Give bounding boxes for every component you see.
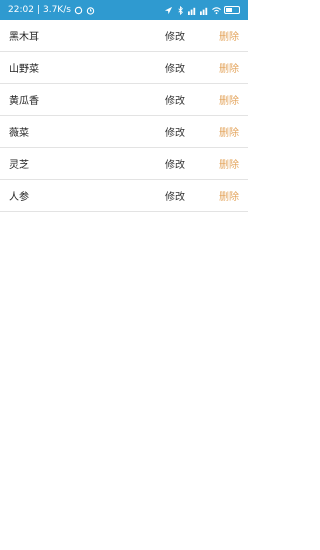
delete-button[interactable]: 删除 (211, 188, 239, 203)
list-item: 灵芝 修改 删除 (0, 148, 248, 180)
battery-icon (224, 6, 240, 14)
edit-button[interactable]: 修改 (165, 60, 211, 75)
location-icon (164, 6, 173, 15)
list-item: 薇菜 修改 删除 (0, 116, 248, 148)
delete-button[interactable]: 删除 (211, 156, 239, 171)
sync-icon (74, 5, 83, 15)
item-name: 山野菜 (9, 64, 39, 75)
item-name: 黑木耳 (9, 32, 39, 43)
item-name: 薇菜 (9, 128, 29, 139)
network-speed: 3.7K/s (42, 5, 71, 15)
battery-fill (226, 8, 232, 12)
status-bar: 22:02 | 3.7K/s (0, 0, 248, 20)
status-right (164, 5, 240, 15)
signal-icon-2 (200, 6, 209, 15)
edit-button[interactable]: 修改 (165, 188, 211, 203)
item-name: 人参 (9, 192, 29, 203)
delete-button[interactable]: 删除 (211, 124, 239, 139)
edit-button[interactable]: 修改 (165, 156, 211, 171)
item-name: 黄瓜香 (9, 96, 39, 107)
delete-button[interactable]: 删除 (211, 60, 239, 75)
edit-button[interactable]: 修改 (165, 92, 211, 107)
list-item: 人参 修改 删除 (0, 180, 248, 212)
edit-button[interactable]: 修改 (165, 28, 211, 43)
list-item: 黄瓜香 修改 删除 (0, 84, 248, 116)
edit-button[interactable]: 修改 (165, 124, 211, 139)
wifi-icon (212, 6, 221, 15)
list-item: 黑木耳 修改 删除 (0, 20, 248, 52)
bluetooth-icon (176, 5, 185, 15)
delete-button[interactable]: 删除 (211, 28, 239, 43)
delete-button[interactable]: 删除 (211, 92, 239, 107)
signal-icon (188, 6, 197, 15)
status-time: 22:02 (8, 5, 34, 15)
alarm-icon (86, 6, 95, 15)
list-item: 山野菜 修改 删除 (0, 52, 248, 84)
item-name: 灵芝 (9, 160, 29, 171)
status-separator: | (36, 5, 40, 15)
status-left: 22:02 | 3.7K/s (8, 5, 95, 15)
item-list: 黑木耳 修改 删除 山野菜 修改 删除 黄瓜香 修改 删除 薇菜 修改 删除 灵芝 修改 删除 人参 修改 删除 (0, 20, 248, 212)
